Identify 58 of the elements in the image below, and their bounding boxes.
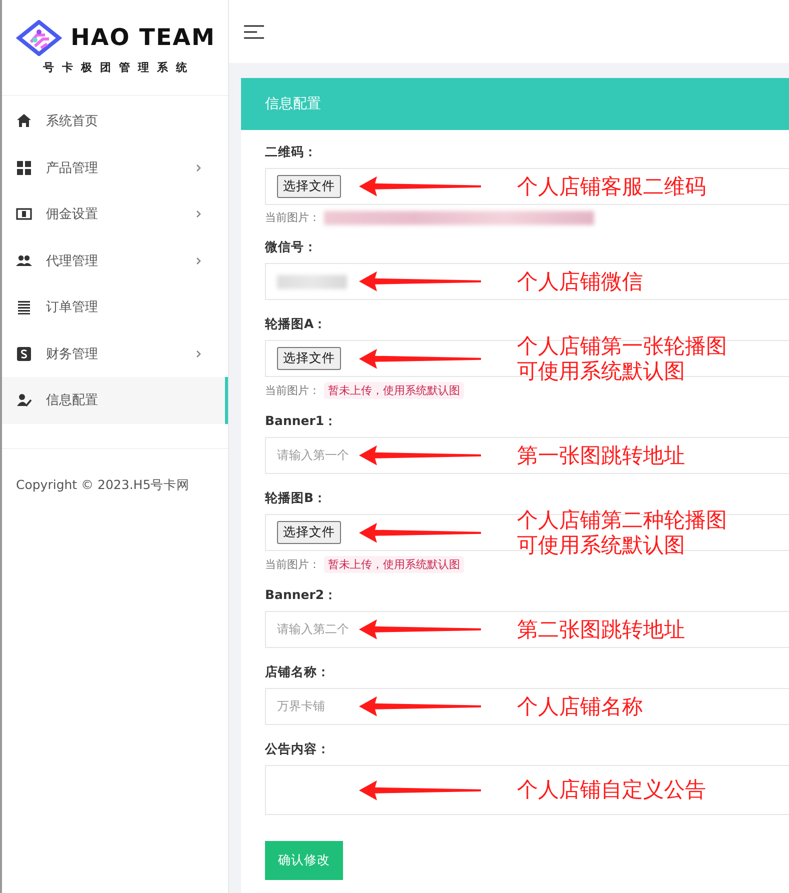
menu-icon[interactable] (244, 24, 264, 38)
card-title: 信息配置 (241, 78, 789, 130)
logo-subtitle: 号卡极团管理系统 (43, 60, 195, 75)
menu-icon (16, 252, 32, 269)
annotation-text: 个人店铺微信 (517, 268, 643, 294)
choose-file-button[interactable]: 选择文件 (277, 175, 341, 198)
sidebar-item[interactable]: 佣金设置 (2, 191, 228, 238)
menu-icon (16, 346, 32, 362)
input-field[interactable]: 请输入第二个 第二张图跳转地址 (265, 611, 789, 648)
current-image-label: 当前图片： (265, 383, 320, 398)
input-field[interactable]: 个人店铺微信 (265, 263, 789, 300)
current-image-value: 暂未上传，使用系统默认图 (324, 382, 464, 399)
menu-icon (16, 206, 32, 222)
annotation-text: 个人店铺自定义公告 (517, 777, 706, 803)
file-field[interactable]: 选择文件 个人店铺客服二维码 (265, 168, 789, 205)
arrow-icon (359, 272, 481, 292)
current-image-value: 暂未上传，使用系统默认图 (324, 556, 464, 573)
sidebar-item[interactable]: 订单管理 (2, 284, 228, 330)
current-image-label: 当前图片： (265, 557, 320, 572)
menu-icon (16, 113, 32, 130)
copyright-text: Copyright © 2023.H5号卡网 (15, 476, 191, 494)
arrow-icon (359, 348, 481, 368)
field-label: Banner2： (265, 587, 338, 604)
menu-icon (16, 160, 32, 176)
annotation-text: 第二张图跳转地址 (517, 616, 685, 642)
menu-icon (16, 392, 32, 408)
input-field[interactable]: 请输入第一个 第一张图跳转地址 (265, 437, 789, 474)
annotation-text: 个人店铺第二种轮播图 可使用系统默认图 (517, 507, 727, 558)
field-label: 微信号： (265, 239, 318, 256)
field-label: 二维码： (265, 144, 318, 161)
arrow-icon (359, 780, 481, 800)
field-label: 轮播图A： (265, 316, 328, 333)
choose-file-button[interactable]: 选择文件 (277, 347, 341, 370)
sidebar-item[interactable]: 信息配置 (2, 377, 228, 424)
field-label: 公告内容： (265, 741, 331, 758)
logo-title: HAO TEAM (70, 25, 216, 51)
annotation-text: 个人店铺第一张轮播图 可使用系统默认图 (517, 333, 727, 384)
choose-file-button[interactable]: 选择文件 (277, 521, 341, 544)
annotation-text: 第一张图跳转地址 (517, 442, 685, 468)
logo-icon (14, 20, 63, 56)
arrow-icon (359, 620, 481, 640)
annotation-text: 个人店铺名称 (517, 694, 643, 720)
arrow-icon (359, 696, 481, 716)
field-label: 轮播图B： (265, 490, 328, 507)
field-label: Banner1： (265, 413, 338, 430)
sidebar-item[interactable]: 产品管理 (2, 144, 228, 191)
sidebar-item[interactable]: 系统首页 (2, 98, 228, 144)
annotation-text: 个人店铺客服二维码 (517, 174, 706, 200)
textarea-field[interactable]: 个人店铺自定义公告 (265, 765, 789, 815)
input-field[interactable]: 万界卡铺 个人店铺名称 (265, 688, 789, 725)
menu-icon (16, 299, 32, 316)
sidebar-item[interactable]: 财务管理 (2, 330, 228, 377)
current-image-label: 当前图片： (265, 210, 320, 225)
arrow-icon (359, 446, 481, 466)
arrow-icon (359, 176, 481, 196)
arrow-icon (359, 522, 481, 542)
sidebar-item[interactable]: 代理管理 (2, 238, 228, 284)
field-label: 店铺名称： (265, 664, 331, 681)
